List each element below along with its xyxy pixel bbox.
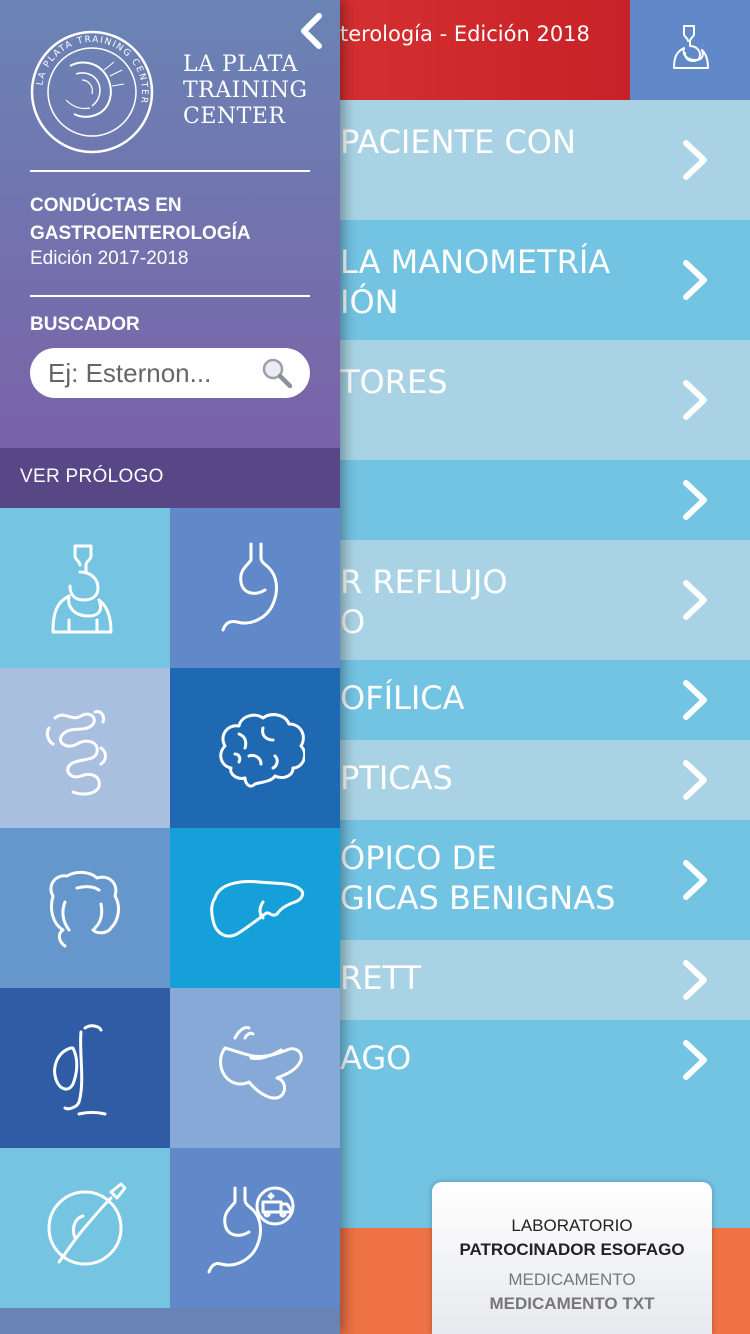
chevron-left-icon[interactable] (296, 12, 326, 50)
liver-icon (210, 880, 305, 938)
chevron-right-icon (683, 380, 707, 420)
chevron-right-icon (683, 140, 707, 180)
menu-row-label: PTICAS (340, 759, 453, 797)
endoscope-icon (47, 1182, 127, 1266)
organ-tile[interactable] (0, 988, 170, 1148)
menu-row-label: AGO (340, 1039, 412, 1077)
organ-tile[interactable] (0, 1148, 170, 1308)
drawer-header: LA PLATA TRAINING CENTER LA PLATA TRAINI… (0, 0, 340, 448)
chevron-right-icon (683, 1040, 707, 1080)
organ-tile[interactable] (170, 508, 340, 668)
search-label: BUSCADOR (30, 314, 140, 335)
menu-row-label-line2: GICAS BENIGNAS (340, 879, 616, 917)
book-edition: Edición 2017-2018 (30, 248, 189, 269)
organ-tile[interactable] (0, 668, 170, 828)
chevron-right-icon (683, 480, 707, 520)
chevron-right-icon (683, 680, 707, 720)
menu-row-label: ÓPICO DE (340, 839, 497, 877)
chevron-right-icon (683, 960, 707, 1000)
search-icon[interactable] (260, 356, 294, 390)
prologue-button[interactable]: VER PRÓLOGO (0, 448, 340, 508)
menu-row-label: R REFLUJO (340, 563, 508, 601)
section-icon-button[interactable] (630, 0, 750, 100)
drawer-footer (0, 1308, 340, 1334)
sponsor-drug-label: MEDICAMENTO (508, 1270, 636, 1289)
menu-row-label: TORES (340, 363, 448, 401)
pancreas-icon (219, 1026, 303, 1100)
small-intestine-icon (45, 710, 107, 796)
divider (30, 170, 310, 172)
chevron-right-icon (683, 760, 707, 800)
logo-wordmark: LA PLATA TRAINING CENTER (183, 52, 308, 130)
menu-row-label-line2: IÓN (340, 283, 399, 321)
chevron-right-icon (683, 260, 707, 300)
organ-tile[interactable] (0, 828, 170, 988)
prologue-label: VER PRÓLOGO (20, 466, 164, 487)
organ-tile[interactable] (170, 1148, 340, 1308)
esophagus-icon (51, 544, 113, 634)
organ-tile[interactable] (170, 668, 340, 828)
organ-tile[interactable] (170, 828, 340, 988)
stomach-icon (221, 542, 278, 632)
menu-row-label-line2: O (340, 603, 366, 641)
search-field[interactable] (30, 348, 310, 398)
logo-icon: LA PLATA TRAINING CENTER (30, 30, 154, 154)
logo-line-3: CENTER (183, 104, 286, 129)
organ-tile[interactable] (0, 508, 170, 668)
menu-row-label: PACIENTE CON (340, 123, 576, 161)
menu-row-label: LA MANOMETRÍA (340, 243, 611, 281)
stomach-emergency-icon (207, 1186, 295, 1274)
book-title: CONDÚCTAS EN GASTROENTEROLOGÍA (30, 195, 251, 244)
sponsor-lab-name: PATROCINADOR ESOFAGO (459, 1240, 685, 1259)
menu-row-label: OFÍLICA (340, 679, 465, 717)
chevron-right-icon (683, 580, 707, 620)
search-input[interactable] (48, 354, 258, 392)
divider (30, 295, 310, 297)
organ-tile[interactable] (170, 988, 340, 1148)
colon-icon (49, 870, 120, 948)
chevron-right-icon (683, 860, 707, 900)
sponsor-card[interactable]: LABORATORIO PATROCINADOR ESOFAGO MEDICAM… (432, 1182, 712, 1334)
gallbladder-icon (53, 1024, 107, 1116)
organ-grid (0, 508, 340, 1308)
logo-line-1: LA PLATA (183, 52, 298, 77)
page-title: terología - Edición 2018 (340, 22, 590, 46)
esophagus-icon (673, 25, 709, 69)
sponsor-drug-name: MEDICAMENTO TXT (489, 1294, 655, 1313)
sponsor-lab-label: LABORATORIO (511, 1216, 633, 1235)
brain-icon (219, 713, 305, 788)
logo-line-2: TRAINING (183, 78, 308, 103)
menu-row-label: RETT (340, 959, 421, 997)
side-drawer: LA PLATA TRAINING CENTER LA PLATA TRAINI… (0, 0, 340, 1334)
